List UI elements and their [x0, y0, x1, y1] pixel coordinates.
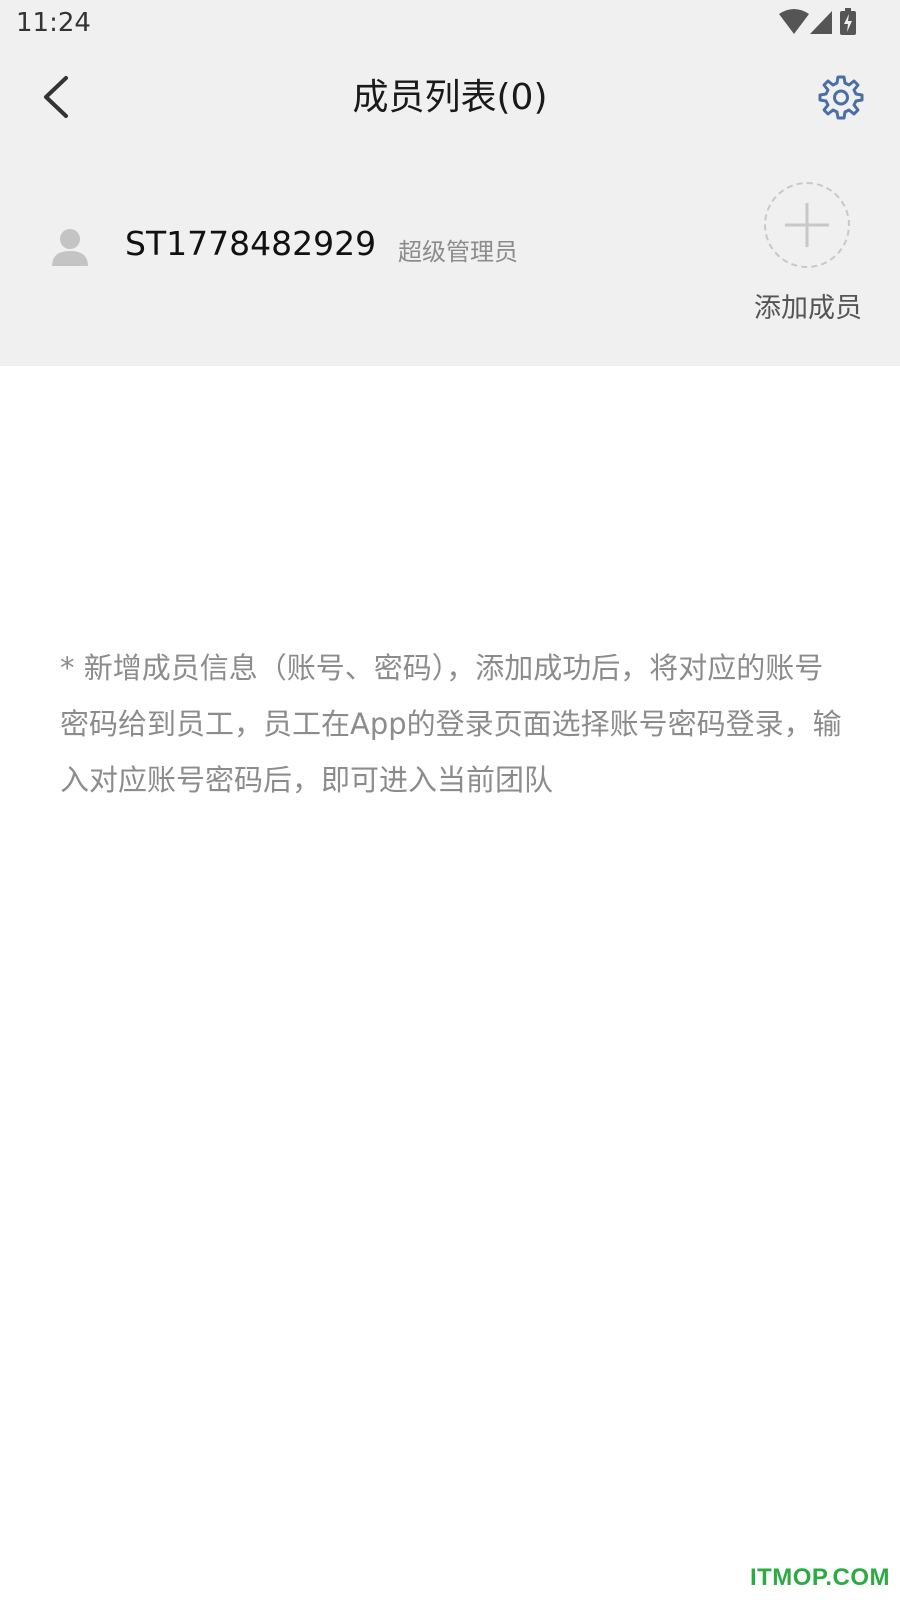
member-id: ST1778482929	[125, 224, 377, 263]
user-silhouette-icon	[52, 229, 88, 266]
add-member-button[interactable]: 添加成员	[748, 182, 868, 332]
member-panel: ST1778482929 超级管理员 添加成员	[0, 148, 900, 366]
gear-icon	[818, 75, 864, 120]
add-member-circle	[764, 182, 850, 268]
settings-button[interactable]	[818, 74, 864, 120]
wifi-icon	[779, 9, 809, 34]
battery-charging-icon	[840, 8, 856, 35]
status-bar: 11:24	[0, 0, 900, 48]
add-member-label: 添加成员	[754, 293, 862, 324]
signal-icon	[810, 11, 832, 34]
member-role-badge: 超级管理员	[398, 238, 518, 266]
instruction-note: * 新增成员信息（账号、密码），添加成功后，将对应的账号密码给到员工，员工在Ap…	[60, 651, 842, 797]
plus-icon	[785, 203, 829, 247]
status-time: 11:24	[16, 8, 91, 38]
header: 成员列表(0)	[0, 48, 900, 148]
watermark: ITMOP.COM	[749, 1564, 890, 1591]
page-title: 成员列表(0)	[352, 77, 548, 118]
